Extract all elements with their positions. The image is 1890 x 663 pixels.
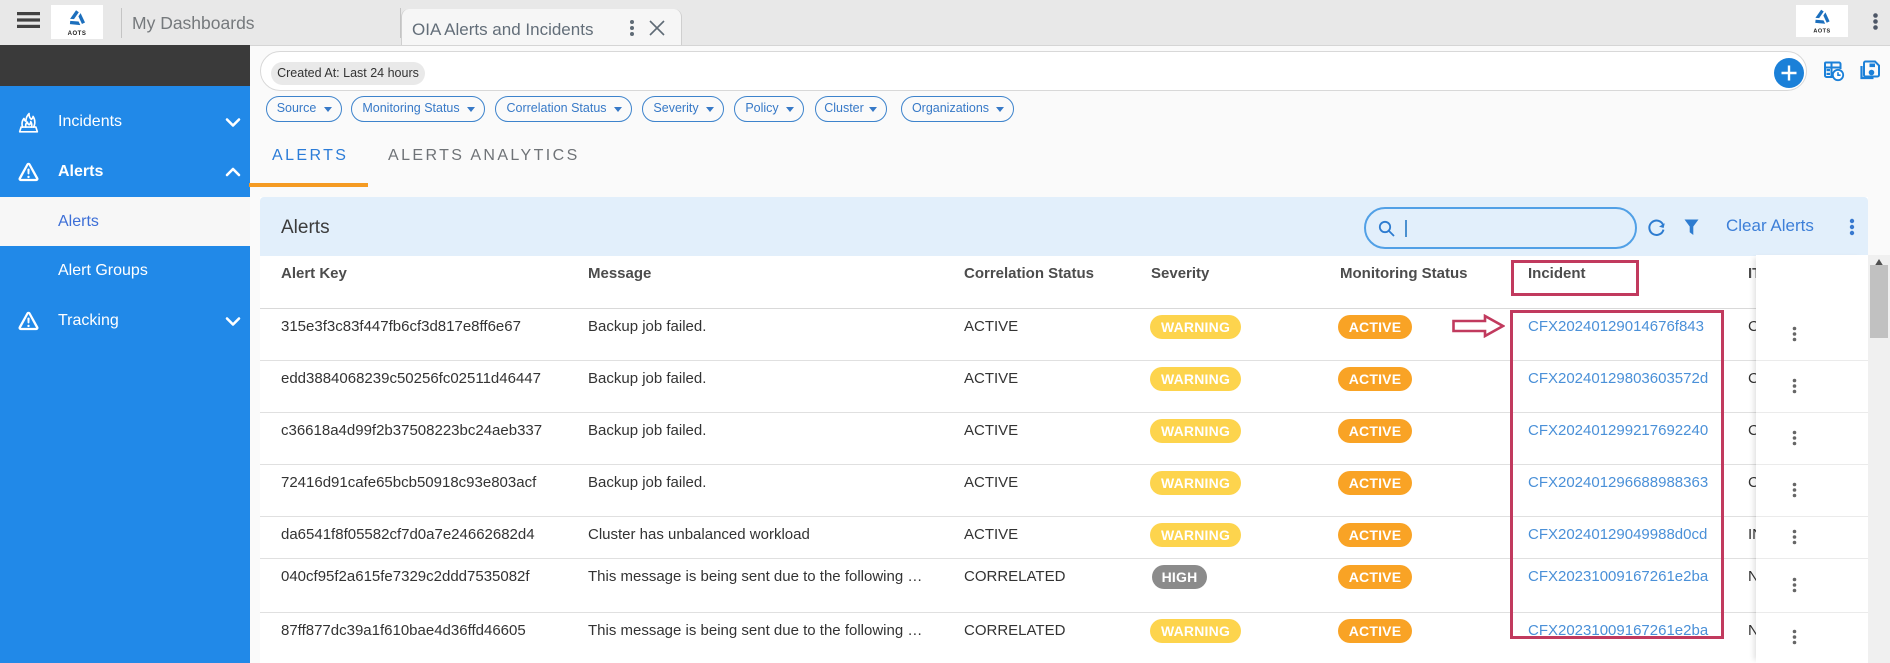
svg-text:AOTS: AOTS [1813, 29, 1830, 35]
svg-text:AOTS: AOTS [68, 31, 87, 37]
